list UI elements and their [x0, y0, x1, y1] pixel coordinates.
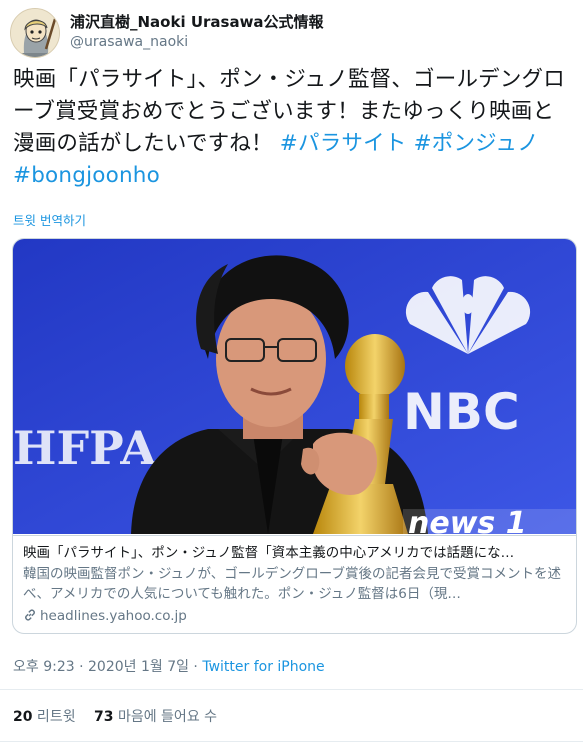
tweet-source-link[interactable]: Twitter for iPhone: [202, 659, 324, 675]
tweet-timestamp[interactable]: 오후 9:23 · 2020년 1월 7일 ·: [13, 659, 202, 675]
hashtag-link[interactable]: #bongjoonho: [13, 163, 160, 188]
user-names: 浦沢直樹_Naoki Urasawa公式情報 @urasawa_naoki: [70, 13, 324, 52]
translate-tweet-link[interactable]: 트윗 번역하기: [13, 210, 86, 229]
retweets-label: 리트윗: [32, 709, 76, 725]
news1-watermark: news 1: [403, 506, 576, 541]
link-card[interactable]: NBC HFPA news 1 映画「パラサイト」、ポン・ジュノ監督「資本主義の…: [12, 238, 577, 634]
tweet-meta: 오후 9:23 · 2020년 1월 7일 · Twitter for iPho…: [13, 656, 325, 676]
card-domain-text: headlines.yahoo.co.jp: [40, 608, 187, 624]
display-name[interactable]: 浦沢直樹_Naoki Urasawa公式情報: [70, 13, 324, 31]
nbc-logo-text: NBC: [403, 383, 520, 441]
card-body: 映画「パラサイト」、ポン・ジュノ監督「資本主義の中心アメリカでは話題にな… 韓国…: [13, 535, 576, 633]
card-title: 映画「パラサイト」、ポン・ジュノ監督「資本主義の中心アメリカでは話題にな…: [23, 545, 515, 561]
user-handle[interactable]: @urasawa_naoki: [70, 32, 324, 52]
likes-stat[interactable]: 73 마음에 들어요 수: [94, 709, 217, 725]
svg-text:news 1: news 1: [408, 506, 527, 534]
card-domain: headlines.yahoo.co.jp: [23, 606, 187, 628]
divider: [0, 689, 583, 690]
avatar[interactable]: [10, 8, 60, 58]
likes-count: 73: [94, 709, 114, 725]
likes-label: 마음에 들어요 수: [113, 709, 218, 725]
hfpa-logo-text: HFPA: [13, 421, 157, 475]
card-image: NBC HFPA news 1: [13, 239, 576, 541]
card-description: 韓国の映画監督ポン・ジュノが、ゴールデングローブ賞後の記者会見で受賞コメントを述…: [23, 566, 561, 602]
link-icon: [23, 608, 37, 628]
hashtag-link[interactable]: #パラサイト: [280, 131, 407, 156]
divider: [0, 741, 583, 742]
retweets-stat[interactable]: 20 리트윗: [13, 709, 76, 725]
tweet-header: 浦沢直樹_Naoki Urasawa公式情報 @urasawa_naoki: [10, 8, 573, 58]
hashtag-link[interactable]: #ポンジュノ: [414, 131, 539, 156]
tweet-text: 映画「パラサイト」、ポン・ジュノ監督、ゴールデングローブ賞受賞おめでとうございま…: [13, 64, 575, 192]
retweets-count: 20: [13, 709, 33, 725]
tweet-stats: 20 리트윗 73 마음에 들어요 수: [13, 706, 231, 726]
